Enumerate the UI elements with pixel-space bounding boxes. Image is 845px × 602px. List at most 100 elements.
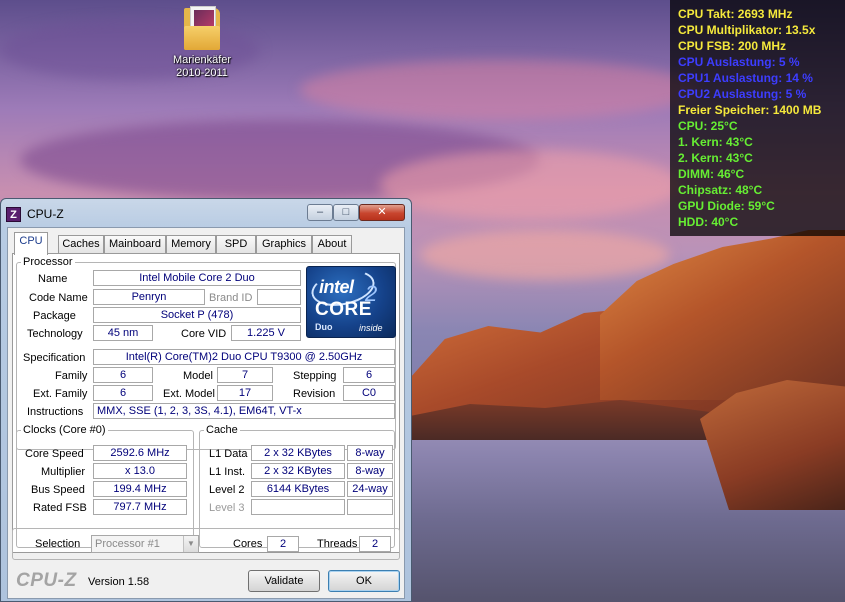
window-title: CPU-Z <box>27 207 64 221</box>
corespeed-label: Core Speed <box>25 448 84 460</box>
desktop-icon-label: Marienkäfer 2010-2011 <box>172 54 232 79</box>
l1inst-value: 2 x 32 KBytes <box>251 463 345 479</box>
close-button[interactable]: ✕ <box>359 204 405 221</box>
gadget-line: GPU Diode: 59°C <box>678 199 775 213</box>
busspeed-label: Bus Speed <box>31 484 85 496</box>
corevid-value: 1.225 V <box>231 325 301 341</box>
threads-label: Threads <box>317 538 358 550</box>
gadget-line: CPU Multiplikator: 13.5x <box>678 23 816 37</box>
threads-value: 2 <box>359 536 391 552</box>
family-value: 6 <box>93 367 153 383</box>
cpuz-app-icon: Z <box>6 207 21 222</box>
ratedfsb-value: 797.7 MHz <box>93 499 187 515</box>
cores-value: 2 <box>267 536 299 552</box>
tab-cpu[interactable]: CPU <box>14 232 48 255</box>
gadget-line: CPU: 25°C <box>678 119 738 133</box>
gadget-line: Freier Speicher: 1400 MB <box>678 103 822 117</box>
l1data-value: 2 x 32 KBytes <box>251 445 345 461</box>
cpuz-window: Z CPU-Z ‒ □ ✕ CPU Caches Mainboard Memor… <box>0 198 412 602</box>
minimize-button[interactable]: ‒ <box>307 204 333 221</box>
instructions-label: Instructions <box>27 406 84 418</box>
multiplier-value: x 13.0 <box>93 463 187 479</box>
wallpaper-cloud <box>420 230 670 280</box>
l1inst-label: L1 Inst. <box>209 466 246 478</box>
corevid-label: Core VID <box>181 328 227 340</box>
codename-value: Penryn <box>93 289 205 305</box>
l1inst-assoc: 8-way <box>347 463 393 479</box>
extfamily-label: Ext. Family <box>33 388 88 400</box>
name-value: Intel Mobile Core 2 Duo <box>93 270 301 286</box>
tab-caches[interactable]: Caches <box>58 235 104 254</box>
selection-row: Selection Processor #1 ▼ Cores 2 Threads… <box>12 528 400 560</box>
gadget-line: 2. Kern: 43°C <box>678 151 753 165</box>
revision-value: C0 <box>343 385 395 401</box>
gadget-line: CPU1 Auslastung: 14 % <box>678 71 813 85</box>
model-value: 7 <box>217 367 273 383</box>
intel-core2duo-logo: intel 2 CORE Duo inside <box>306 266 396 338</box>
technology-value: 45 nm <box>93 325 153 341</box>
gadget-line: Chipsatz: 48°C <box>678 183 763 197</box>
brandid-label: Brand ID <box>209 292 253 304</box>
gadget-line: 1. Kern: 43°C <box>678 135 753 149</box>
cores-label: Cores <box>233 538 263 550</box>
cache-group-title: Cache <box>206 424 238 436</box>
tab-memory[interactable]: Memory <box>166 235 216 254</box>
busspeed-value: 199.4 MHz <box>93 481 187 497</box>
extmodel-label: Ext. Model <box>163 388 215 400</box>
gadget-line: CPU FSB: 200 MHz <box>678 39 787 53</box>
wallpaper-cloud <box>380 150 680 220</box>
family-label: Family <box>55 370 88 382</box>
specification-value: Intel(R) Core(TM)2 Duo CPU T9300 @ 2.50G… <box>93 349 395 365</box>
level2-assoc: 24-way <box>347 481 393 497</box>
gadget-line: CPU Auslastung: 5 % <box>678 55 800 69</box>
processor-select[interactable]: Processor #1 ▼ <box>91 535 199 553</box>
level2-label: Level 2 <box>209 484 245 496</box>
l1data-assoc: 8-way <box>347 445 393 461</box>
chevron-down-icon: ▼ <box>183 536 198 552</box>
title-bar[interactable]: Z CPU-Z ‒ □ ✕ <box>1 199 411 227</box>
tab-mainboard[interactable]: Mainboard <box>104 235 166 254</box>
cpu-tab-panel: Processor Name Intel Mobile Core 2 Duo C… <box>12 253 400 553</box>
extmodel-value: 17 <box>217 385 273 401</box>
gadget-line: CPU Takt: 2693 MHz <box>678 7 793 21</box>
processor-select-value: Processor #1 <box>95 538 160 550</box>
maximize-button[interactable]: □ <box>333 204 359 221</box>
ok-button[interactable]: OK <box>328 570 400 592</box>
model-label: Model <box>183 370 213 382</box>
l1data-label: L1 Data <box>209 448 248 460</box>
tab-about[interactable]: About <box>312 235 352 254</box>
revision-label: Revision <box>293 388 336 400</box>
name-label: Name <box>38 273 68 285</box>
system-monitor-gadget: CPU Takt: 2693 MHz CPU Multiplikator: 13.… <box>670 0 845 236</box>
instructions-value: MMX, SSE (1, 2, 3, 3S, 4.1), EM64T, VT-x <box>93 403 395 419</box>
gadget-line: DIMM: 46°C <box>678 167 745 181</box>
clocks-group-title: Clocks (Core #0) <box>23 424 106 436</box>
gadget-line: CPU2 Auslastung: 5 % <box>678 87 807 101</box>
wallpaper-cloud <box>300 60 700 120</box>
version-text: Version 1.58 <box>88 576 150 588</box>
tab-graphics[interactable]: Graphics <box>256 235 312 254</box>
footer-bar: CPU-Z Version 1.58 Validate OK <box>8 566 404 598</box>
ratedfsb-label: Rated FSB <box>33 502 87 514</box>
package-label: Package <box>33 310 76 322</box>
codename-label: Code Name <box>29 292 88 304</box>
technology-label: Technology <box>27 328 83 340</box>
level2-value: 6144 KBytes <box>251 481 345 497</box>
tab-spd[interactable]: SPD <box>216 235 256 254</box>
cpuz-brand-logo: CPU-Z <box>16 570 77 591</box>
extfamily-value: 6 <box>93 385 153 401</box>
level3-value <box>251 499 345 515</box>
validate-button[interactable]: Validate <box>248 570 320 592</box>
desktop-folder-icon[interactable]: Marienkäfer 2010-2011 <box>160 4 244 80</box>
gadget-line: HDD: 40°C <box>678 215 739 229</box>
corespeed-value: 2592.6 MHz <box>93 445 187 461</box>
stepping-label: Stepping <box>293 370 337 382</box>
multiplier-label: Multiplier <box>41 466 86 478</box>
level3-label: Level 3 <box>209 502 245 514</box>
stepping-value: 6 <box>343 367 395 383</box>
window-client-area: CPU Caches Mainboard Memory SPD Graphics… <box>7 227 405 599</box>
folder-icon <box>182 4 222 50</box>
specification-label: Specification <box>23 352 86 364</box>
processor-group-title: Processor <box>23 256 73 268</box>
selection-label: Selection <box>35 538 81 550</box>
